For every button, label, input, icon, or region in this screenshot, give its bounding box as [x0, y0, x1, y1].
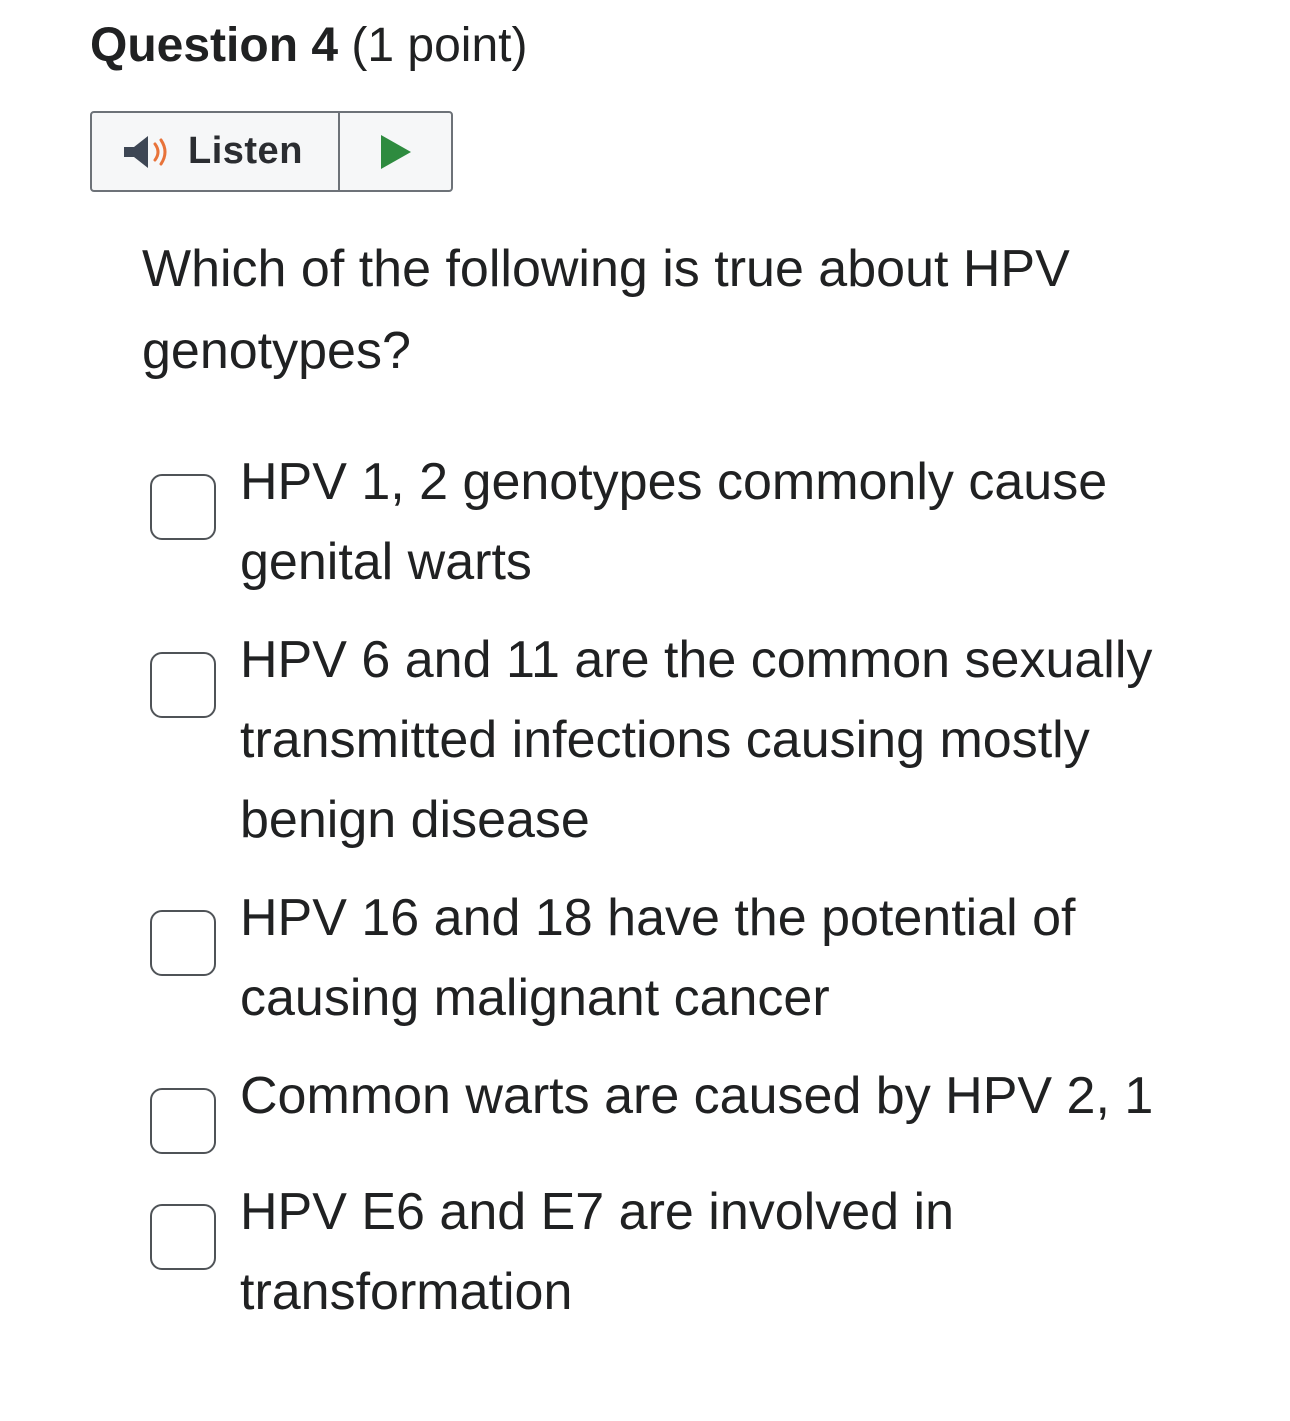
listen-label: Listen: [188, 130, 303, 172]
option-1: HPV 1, 2 genotypes commonly cause genita…: [150, 442, 1250, 602]
speaker-icon: [124, 135, 167, 168]
question-header: Question 4 (1 point): [90, 16, 527, 76]
option-checkbox[interactable]: [150, 474, 216, 540]
question-text: Which of the following is true about HPV…: [142, 240, 1070, 380]
option-label[interactable]: HPV 16 and 18 have the potential of caus…: [240, 878, 1200, 1038]
option-5: HPV E6 and E7 are involved in transforma…: [150, 1172, 1250, 1332]
option-checkbox[interactable]: [150, 1088, 216, 1154]
option-label[interactable]: HPV 6 and 11 are the common sexually tra…: [240, 620, 1200, 860]
option-label[interactable]: Common warts are caused by HPV 2, 1: [240, 1056, 1200, 1136]
listen-button[interactable]: Listen: [92, 113, 340, 190]
question-points: (1 point): [351, 19, 528, 72]
option-4: Common warts are caused by HPV 2, 1: [150, 1056, 1250, 1154]
option-label[interactable]: HPV 1, 2 genotypes commonly cause genita…: [240, 442, 1200, 602]
answer-options: HPV 1, 2 genotypes commonly cause genita…: [150, 442, 1250, 1350]
play-icon: [380, 134, 411, 169]
option-3: HPV 16 and 18 have the potential of caus…: [150, 878, 1250, 1038]
option-label[interactable]: HPV E6 and E7 are involved in transforma…: [240, 1172, 1200, 1332]
play-button[interactable]: [340, 113, 451, 190]
listen-widget: Listen: [90, 111, 453, 192]
option-checkbox[interactable]: [150, 652, 216, 718]
option-checkbox[interactable]: [150, 1204, 216, 1270]
option-checkbox[interactable]: [150, 910, 216, 976]
question-number: Question 4: [90, 19, 339, 72]
option-2: HPV 6 and 11 are the common sexually tra…: [150, 620, 1250, 860]
